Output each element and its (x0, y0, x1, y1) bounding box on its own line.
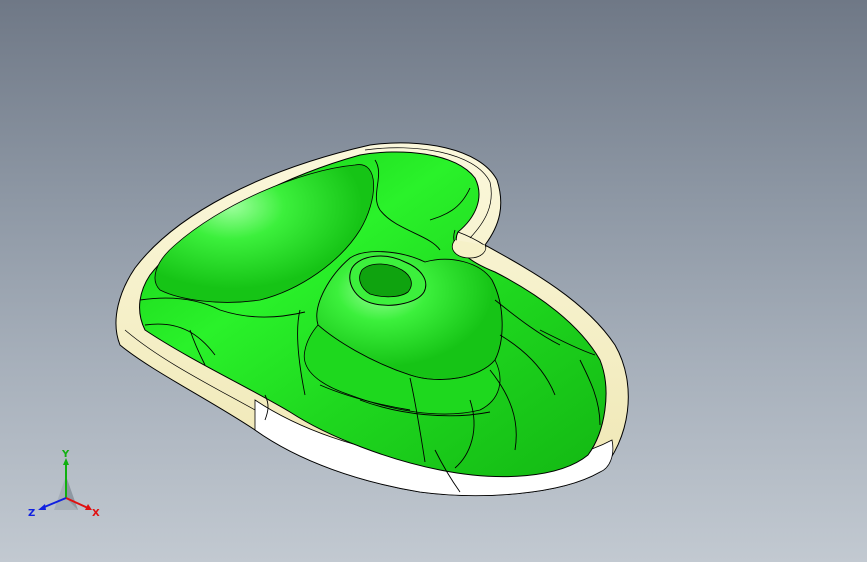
reference-triad: Y X Z (28, 449, 100, 519)
y-axis-label: Y (61, 449, 70, 460)
x-axis-label: X (92, 508, 100, 519)
mold-part-model[interactable] (0, 0, 867, 562)
z-axis-label: Z (28, 508, 35, 519)
graphics-viewport[interactable]: Y X Z (0, 0, 867, 562)
